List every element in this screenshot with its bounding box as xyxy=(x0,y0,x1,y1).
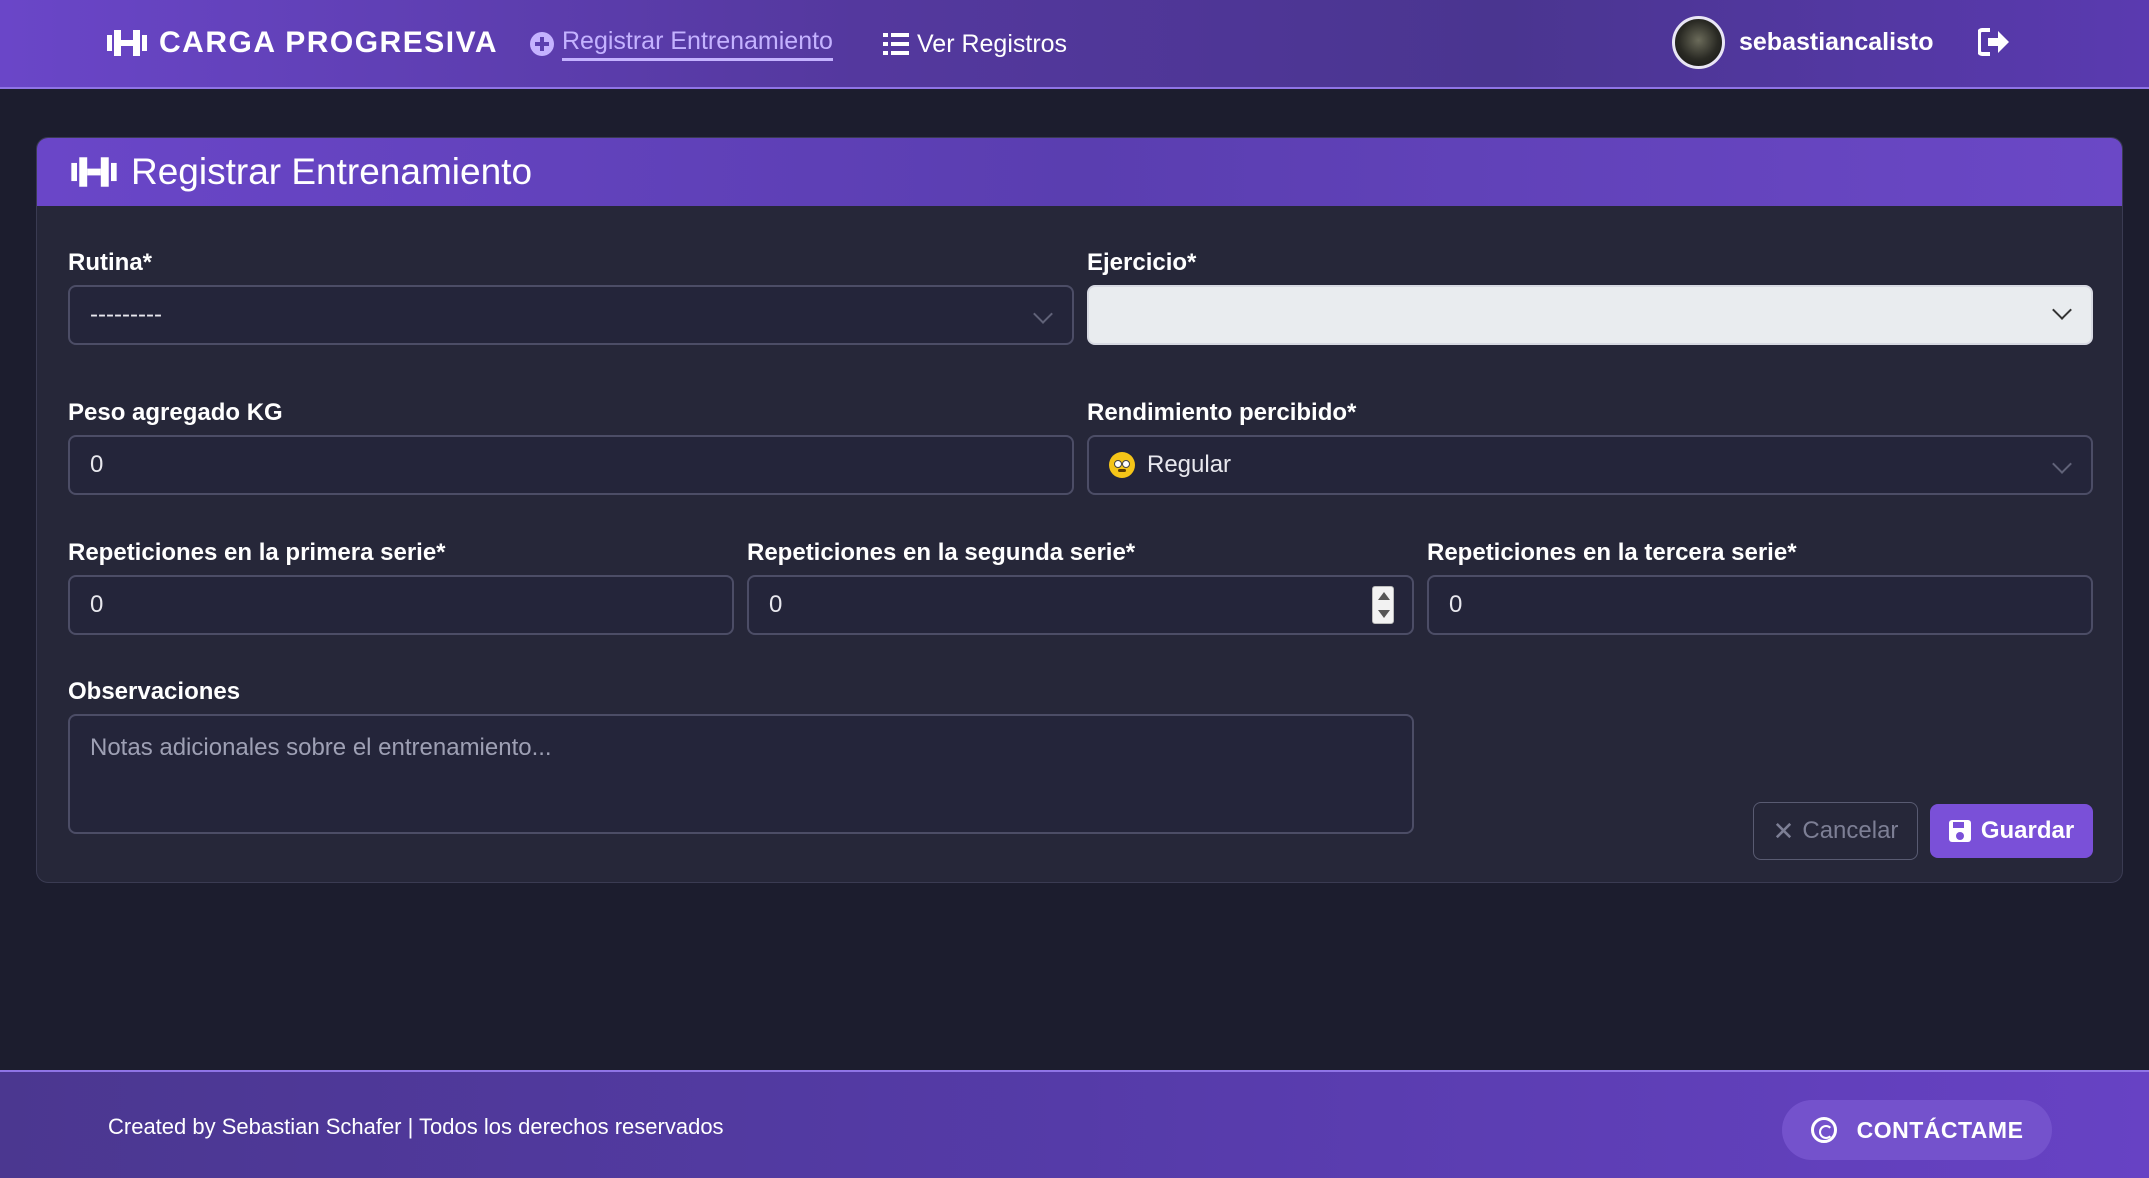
ejercicio-select[interactable] xyxy=(1087,285,2093,345)
nav-link-registrar[interactable]: Registrar Entrenamiento xyxy=(530,26,833,62)
observaciones-textarea[interactable]: Notas adicionales sobre el entrenamiento… xyxy=(68,714,1414,834)
rutina-value: --------- xyxy=(90,301,162,328)
username: sebastiancalisto xyxy=(1739,28,1934,56)
nav-link-ver-registros[interactable]: Ver Registros xyxy=(883,26,1067,62)
peso-label: Peso agregado KG xyxy=(68,399,283,426)
rep3-label: Repeticiones en la tercera serie* xyxy=(1427,539,1797,566)
cancel-label: Cancelar xyxy=(1802,817,1899,844)
footer-text: Created by Sebastian Schafer | Todos los… xyxy=(108,1114,724,1139)
rep3-input[interactable]: 0 xyxy=(1427,575,2093,635)
user-profile[interactable]: sebastiancalisto xyxy=(1672,15,1934,70)
cancel-button[interactable]: ✕ Cancelar xyxy=(1753,802,1918,860)
nav-link-label: Registrar Entrenamiento xyxy=(562,27,833,61)
rendimiento-label: Rendimiento percibido* xyxy=(1087,399,1357,426)
brand[interactable]: CARGA PROGRESIVA xyxy=(107,22,498,64)
plus-circle-icon xyxy=(530,32,554,56)
neutral-face-icon xyxy=(1109,452,1135,478)
contact-label: CONTÁCTAME xyxy=(1856,1116,2024,1143)
close-icon: ✕ xyxy=(1772,815,1795,846)
card-header: Registrar Entrenamiento xyxy=(37,138,2122,206)
rep1-input[interactable]: 0 xyxy=(68,575,734,635)
peso-value: 0 xyxy=(90,451,104,478)
save-label: Guardar xyxy=(1980,817,2075,844)
rep1-label: Repeticiones en la primera serie* xyxy=(68,539,446,566)
footer: Created by Sebastian Schafer | Todos los… xyxy=(0,1070,2149,1178)
list-icon xyxy=(883,33,909,55)
number-spinner[interactable] xyxy=(1372,586,1394,624)
chevron-down-icon xyxy=(2052,300,2072,320)
rutina-select[interactable]: --------- xyxy=(68,285,1074,345)
ejercicio-label: Ejercicio* xyxy=(1087,249,1197,276)
contact-button[interactable]: CONTÁCTAME xyxy=(1782,1100,2052,1160)
rep3-value: 0 xyxy=(1449,591,1463,618)
peso-input[interactable]: 0 xyxy=(68,435,1074,495)
save-icon xyxy=(1948,820,1971,842)
chevron-down-icon xyxy=(2052,454,2072,474)
dumbbell-icon xyxy=(107,30,147,56)
rep2-value: 0 xyxy=(769,591,783,618)
observaciones-label: Observaciones xyxy=(68,678,241,705)
register-card: Registrar Entrenamiento Rutina* --------… xyxy=(36,137,2123,883)
logout-icon[interactable] xyxy=(1978,28,2010,56)
nav-link-label: Ver Registros xyxy=(917,29,1068,58)
rep1-value: 0 xyxy=(90,591,104,618)
whatsapp-icon xyxy=(1810,1117,1837,1143)
avatar xyxy=(1672,16,1725,69)
chevron-down-icon xyxy=(1033,304,1053,324)
navbar: CARGA PROGRESIVA Registrar Entrenamiento… xyxy=(0,0,2149,89)
rutina-label: Rutina* xyxy=(68,249,152,276)
save-button[interactable]: Guardar xyxy=(1930,804,2093,858)
brand-name: CARGA PROGRESIVA xyxy=(159,26,499,59)
rendimiento-value: Regular xyxy=(1147,451,1232,478)
observaciones-placeholder: Notas adicionales sobre el entrenamiento… xyxy=(90,734,552,761)
rep2-label: Repeticiones en la segunda serie* xyxy=(747,539,1136,566)
rep2-input[interactable]: 0 xyxy=(747,575,1414,635)
card-title: Registrar Entrenamiento xyxy=(131,151,533,192)
rendimiento-select[interactable]: Regular xyxy=(1087,435,2093,495)
dumbbell-icon xyxy=(71,157,117,187)
